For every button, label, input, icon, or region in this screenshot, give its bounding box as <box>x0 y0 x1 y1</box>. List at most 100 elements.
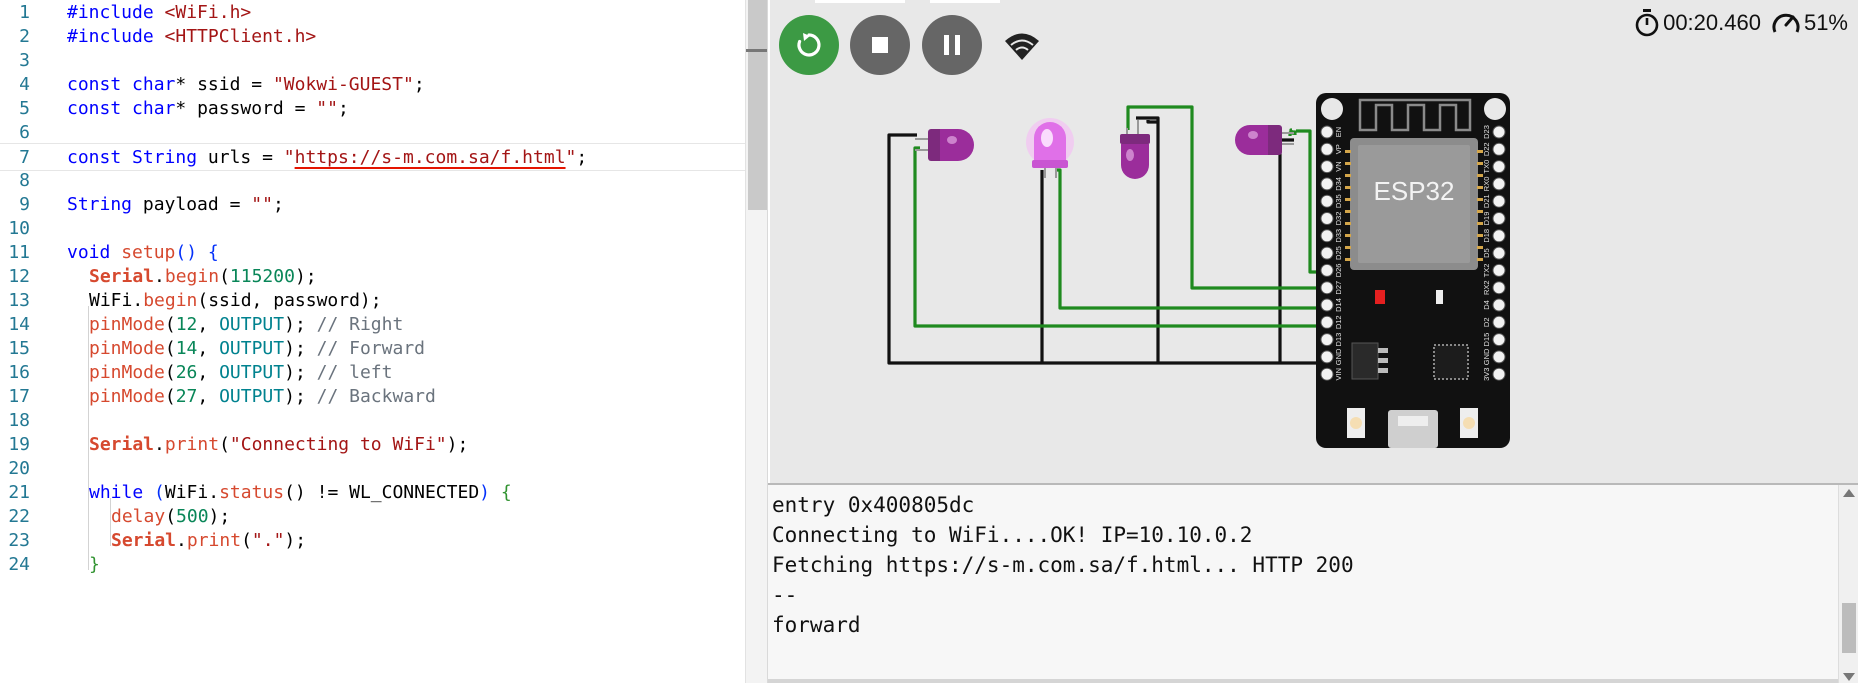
pin-label: RX0 <box>1482 177 1491 192</box>
code-token: , <box>197 362 220 383</box>
led-left[interactable] <box>1120 120 1150 179</box>
indent-guide <box>88 306 89 570</box>
pin-label: D5 <box>1482 248 1491 258</box>
code-token: print <box>186 530 242 551</box>
editor-scrollbar-thumb[interactable] <box>748 0 767 210</box>
pin-label: D13 <box>1334 333 1343 347</box>
code-token: OUTPUT <box>219 338 285 359</box>
power-led <box>1375 290 1385 304</box>
code-editor[interactable]: 1 #include <WiFi.h> 2 #include <HTTPClient.… <box>0 0 768 683</box>
pin-label: D2 <box>1482 318 1491 328</box>
code-token: ( <box>164 362 176 383</box>
code-token: ( <box>241 530 252 551</box>
code-token: * password = <box>175 98 317 119</box>
code-token: ); <box>284 386 317 407</box>
scroll-up-arrow-icon[interactable] <box>1843 489 1855 497</box>
left-pin-header: EN VP VN D34 D35 D32 D33 D25 D26 D27 D14 D12 D13GND V… <box>1320 125 1343 381</box>
boot-button[interactable] <box>1460 408 1478 438</box>
led-right[interactable] <box>915 129 974 161</box>
pin-label: D22 <box>1482 142 1491 156</box>
code-token: String <box>132 147 198 168</box>
code-token: https://s-m.com.sa/f.html <box>294 147 566 168</box>
pin-label: EN <box>1334 127 1343 137</box>
serial-line: Connecting to WiFi....OK! IP=10.10.0.2 <box>772 523 1253 547</box>
esp32-label: ESP32 <box>1374 176 1455 206</box>
code-token: begin <box>143 290 198 311</box>
wire-gnd-1[interactable] <box>887 133 1320 365</box>
pin-label: D15 <box>1482 333 1491 347</box>
serial-horizontal-scrollbar[interactable] <box>768 679 1838 683</box>
code-token: // Backward <box>316 386 436 407</box>
code-token: ); <box>446 434 469 455</box>
code-token: , <box>197 386 220 407</box>
serial-line: -- <box>772 583 798 607</box>
wokwi-workspace: 1 #include <WiFi.h> 2 #include <HTTPClient.… <box>0 0 1858 683</box>
pin-label: RX2 <box>1482 280 1491 295</box>
wire-gnd-5[interactable] <box>1278 138 1294 363</box>
serial-line: Fetching https://s-m.com.sa/f.html... HT… <box>772 553 1354 577</box>
code-token: . <box>154 266 165 287</box>
code-token: " <box>565 147 577 168</box>
code-token: pinMode <box>89 362 165 383</box>
editor-scrollbar[interactable] <box>745 0 767 683</box>
code-token: () != WL_CONNECTED <box>284 482 480 503</box>
scroll-down-arrow-icon[interactable] <box>1843 673 1855 681</box>
pin-label: TX2 <box>1482 264 1491 278</box>
code-token: payload = <box>132 194 252 215</box>
serial-scrollbar[interactable] <box>1838 485 1858 683</box>
pin-label: D21 <box>1482 194 1491 208</box>
code-token: delay <box>111 506 166 527</box>
code-token: String <box>67 194 133 215</box>
code-token: char <box>132 98 176 119</box>
pin-label: GND <box>1482 348 1491 365</box>
code-line[interactable]: 24} <box>0 551 745 579</box>
code-token: ); <box>284 362 317 383</box>
pin-label: VP <box>1334 144 1343 154</box>
code-token: char <box>132 74 176 95</box>
wire-d12[interactable] <box>913 146 1322 328</box>
code-token: } <box>89 554 100 575</box>
pin-label: D27 <box>1334 281 1343 295</box>
serial-line-partial <box>978 485 998 487</box>
led-forward[interactable] <box>1026 118 1074 178</box>
code-token: OUTPUT <box>219 386 285 407</box>
code-token: ); <box>208 506 231 527</box>
code-token: ( <box>165 506 177 527</box>
code-token: (ssid, password); <box>197 290 382 311</box>
code-token: setup <box>121 242 176 263</box>
code-token: ( <box>219 266 230 287</box>
pin-label: GND <box>1334 348 1343 365</box>
code-token: OUTPUT <box>219 362 285 383</box>
code-token: , <box>197 338 220 359</box>
code-token: <HTTPClient.h> <box>164 26 317 47</box>
code-token: WiFi. <box>164 482 220 503</box>
code-token: "." <box>251 530 285 551</box>
code-token: 26 <box>175 362 198 383</box>
code-token: #include <box>67 2 165 23</box>
editor-overview-marker <box>746 49 767 52</box>
circuit-diagram[interactable]: ESP32 ENVPVND34D35D32D33D25D26D27D14D12D… <box>770 0 1858 483</box>
serial-monitor[interactable]: entry 0x400805dc Connecting to WiFi....OK… <box>768 483 1858 683</box>
code-token: // left <box>316 362 393 383</box>
serial-scrollbar-thumb[interactable] <box>1842 603 1856 653</box>
code-token: const <box>67 147 133 168</box>
code-token: , <box>197 314 220 335</box>
pin-label: TX0 <box>1482 160 1491 174</box>
code-token: urls = <box>197 147 284 168</box>
pin-label: VIN <box>1334 368 1343 381</box>
reset-button[interactable] <box>1347 408 1365 438</box>
pin-label: D12 <box>1334 315 1343 329</box>
code-token: WiFi. <box>89 290 144 311</box>
code-token: #include <box>67 26 165 47</box>
code-token: ; <box>413 74 425 95</box>
code-token: ( <box>164 314 176 335</box>
code-token: void <box>67 242 111 263</box>
pin-label: D4 <box>1482 300 1491 310</box>
wire-gnd-4b[interactable] <box>1136 116 1160 120</box>
code-token: . <box>154 434 165 455</box>
code-token: ; <box>576 147 588 168</box>
esp32-board[interactable]: ESP32 ENVPVND34D35D32D33D25D26D27D14D12D… <box>1316 93 1510 448</box>
code-token: "" <box>316 98 338 119</box>
